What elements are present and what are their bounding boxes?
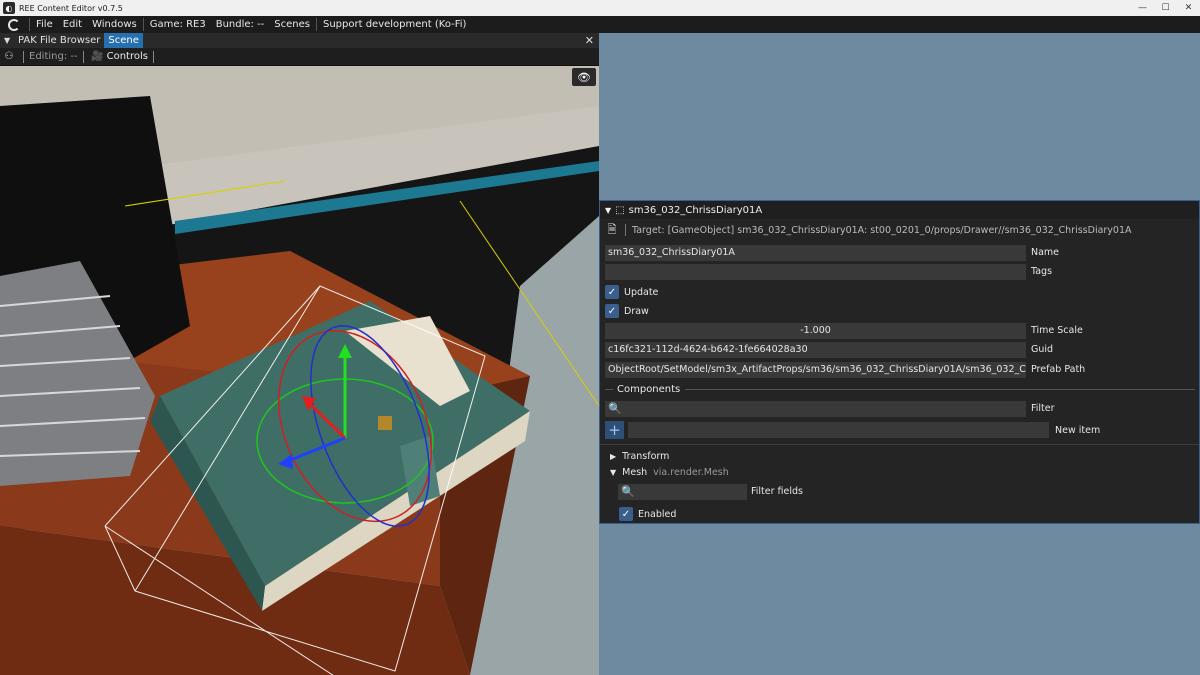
search-icon: 🔍 xyxy=(608,402,622,415)
divider xyxy=(685,389,1195,390)
filter-fields-row: 🔍 xyxy=(618,484,747,500)
prefab-path-row: ObjectRoot/SetModel/sm3x_ArtifactProps/s… xyxy=(605,362,1026,378)
filter-row: 🔍 xyxy=(605,401,1026,417)
maximize-button[interactable]: ☐ xyxy=(1154,0,1177,16)
app-logo-icon xyxy=(6,18,22,32)
prefab-path-label: Prefab Path xyxy=(1031,364,1086,375)
time-scale-field[interactable]: -1.000 xyxy=(605,323,1026,339)
cube-icon: ⬚ xyxy=(615,204,625,216)
divider xyxy=(625,224,626,236)
scene-window: ▼ PAK File Browser Scene ✕ ⚇ Editing: --… xyxy=(0,33,599,675)
menu-edit[interactable]: Edit xyxy=(58,19,87,30)
inspector-panel: ▼ ⬚ sm36_032_ChrissDiary01A 🗎 Target: [G… xyxy=(599,200,1200,524)
add-icon[interactable]: + xyxy=(605,421,624,439)
expand-triangle-icon[interactable]: ▶ xyxy=(610,452,616,461)
collapse-triangle-icon[interactable]: ▼ xyxy=(4,36,14,45)
time-scale-row: -1.000 xyxy=(605,323,1026,339)
new-item-row: + xyxy=(605,421,1049,439)
menu-support[interactable]: Support development (Ko-Fi) xyxy=(318,19,471,30)
new-item-input[interactable] xyxy=(628,422,1049,438)
toolbar-divider xyxy=(82,50,84,63)
components-title: Components xyxy=(617,384,681,395)
name-field[interactable]: sm36_032_ChrissDiary01A xyxy=(605,245,1026,261)
update-checkbox[interactable]: ✓ xyxy=(605,285,619,299)
tab-scene[interactable]: Scene xyxy=(104,33,143,48)
prefab-path-field[interactable]: ObjectRoot/SetModel/sm3x_ArtifactProps/s… xyxy=(605,362,1026,378)
target-row: 🗎 Target: [GameObject] sm36_032_ChrissDi… xyxy=(605,222,1132,238)
guid-row: c16fc321-112d-4624-b642-1fe664028a30 xyxy=(605,342,1026,358)
window-title: REE Content Editor v0.7.5 xyxy=(19,3,123,13)
hierarchy-icon[interactable]: ⚇ xyxy=(0,51,18,62)
component-transform-label: Transform xyxy=(622,450,670,462)
menu-scenes[interactable]: Scenes xyxy=(269,19,315,30)
menu-windows[interactable]: Windows xyxy=(87,19,142,30)
scene-tab-bar: ▼ PAK File Browser Scene ✕ xyxy=(0,33,599,48)
component-transform[interactable]: ▶ Transform xyxy=(610,448,669,464)
menu-game[interactable]: Game: RE3 xyxy=(145,19,211,30)
filter-input[interactable]: 🔍 xyxy=(605,401,1026,417)
draw-checkbox[interactable]: ✓ xyxy=(605,304,619,318)
component-mesh-type: via.render.Mesh xyxy=(653,466,729,478)
time-scale-label: Time Scale xyxy=(1031,325,1083,336)
tags-label: Tags xyxy=(1031,266,1053,277)
editing-status: Editing: -- xyxy=(29,51,78,62)
minimize-button[interactable]: — xyxy=(1131,0,1154,16)
tags-row xyxy=(605,264,1026,280)
name-label: Name xyxy=(1031,247,1060,258)
guid-label: Guid xyxy=(1031,344,1054,355)
filter-label: Filter xyxy=(1031,403,1055,414)
enabled-checkbox[interactable]: ✓ xyxy=(619,507,633,521)
app-icon: ◐ xyxy=(3,2,15,14)
components-header: Components xyxy=(605,384,1195,395)
enabled-row: ✓ Enabled xyxy=(619,506,676,522)
controls-button[interactable]: Controls xyxy=(107,51,148,62)
scene-viewport[interactable]: 👁 xyxy=(0,66,599,675)
draw-label: Draw xyxy=(624,305,649,317)
scene-toolbar: ⚇ Editing: -- 🎥 Controls xyxy=(0,48,599,66)
inspector-object-name: sm36_032_ChrissDiary01A xyxy=(628,204,763,216)
draw-row: ✓ Draw xyxy=(605,303,649,319)
collapse-triangle-icon[interactable]: ▼ xyxy=(605,206,611,215)
update-row: ✓ Update xyxy=(605,284,658,300)
window-title-bar: ◐ REE Content Editor v0.7.5 — ☐ ✕ xyxy=(0,0,1200,16)
filter-fields-input[interactable]: 🔍 xyxy=(618,484,747,500)
divider xyxy=(600,444,1199,445)
tags-field[interactable] xyxy=(605,264,1026,280)
update-label: Update xyxy=(624,286,659,298)
inspector-header[interactable]: ▼ ⬚ sm36_032_ChrissDiary01A xyxy=(600,201,1199,219)
viewport-render xyxy=(0,66,599,675)
close-panel-icon[interactable]: ✕ xyxy=(585,33,594,48)
close-window-button[interactable]: ✕ xyxy=(1177,0,1200,16)
new-item-label: New item xyxy=(1055,425,1101,436)
filter-fields-label: Filter fields xyxy=(751,486,803,497)
guid-field[interactable]: c16fc321-112d-4624-b642-1fe664028a30 xyxy=(605,342,1026,358)
camera-icon: 🎥 xyxy=(91,51,104,62)
toolbar-divider xyxy=(23,50,24,63)
menu-divider xyxy=(316,18,317,31)
divider xyxy=(605,389,613,390)
collapse-triangle-icon[interactable]: ▼ xyxy=(610,468,616,477)
toolbar-divider xyxy=(152,50,154,63)
menu-file[interactable]: File xyxy=(31,19,58,30)
eye-icon[interactable]: 👁 xyxy=(572,68,596,86)
document-icon[interactable]: 🗎 xyxy=(605,223,619,237)
component-mesh[interactable]: ▼ Mesh via.render.Mesh xyxy=(610,464,729,480)
menu-bar: File Edit Windows Game: RE3 Bundle: -- S… xyxy=(0,16,1200,33)
component-mesh-label: Mesh xyxy=(622,466,648,478)
search-icon: 🔍 xyxy=(621,485,635,498)
menu-divider xyxy=(29,18,30,31)
target-text: Target: [GameObject] sm36_032_ChrissDiar… xyxy=(632,224,1132,236)
enabled-label: Enabled xyxy=(638,508,677,520)
tab-pak-file-browser[interactable]: PAK File Browser xyxy=(14,33,104,48)
menu-bundle[interactable]: Bundle: -- xyxy=(211,19,270,30)
name-row: sm36_032_ChrissDiary01A xyxy=(605,245,1026,261)
menu-divider xyxy=(142,18,144,31)
